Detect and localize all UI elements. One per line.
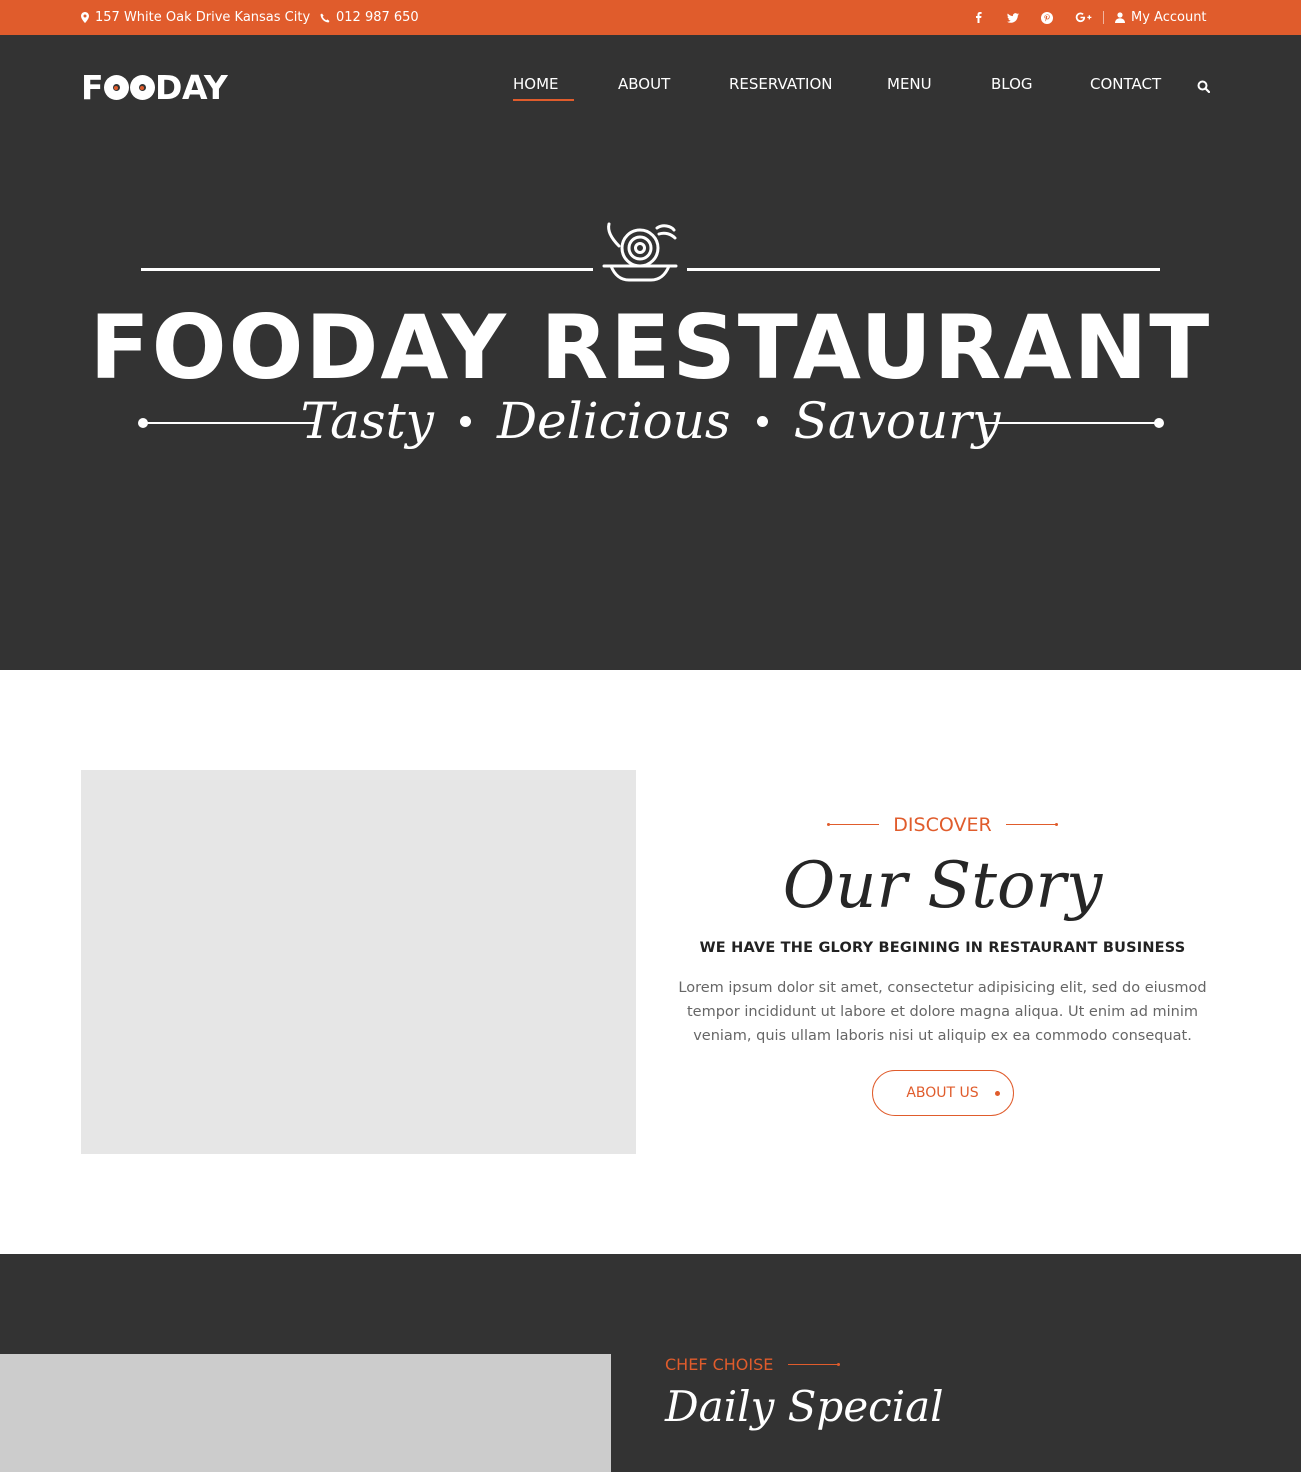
topbar-divider	[1103, 11, 1104, 24]
hero-title: FOODAY RESTAURANT	[89, 296, 1212, 399]
nav-menu[interactable]: MENU	[887, 75, 932, 93]
nav-reservation[interactable]: RESERVATION	[729, 75, 833, 93]
tagline-word: Delicious	[496, 392, 731, 450]
special-title: Daily Special	[665, 1382, 944, 1431]
tagline-rule-cap	[138, 418, 148, 428]
nav-about[interactable]: ABOUT	[618, 75, 670, 93]
tagline-rule-left	[142, 422, 318, 424]
discover-label: DISCOVER	[893, 813, 992, 836]
hero-rule-right	[687, 268, 1160, 271]
hero-tagline: Tasty Delicious Savoury	[0, 392, 1301, 450]
nav-contact[interactable]: CONTACT	[1090, 75, 1161, 93]
google-plus-icon[interactable]	[1075, 0, 1092, 35]
eyebrow-rule	[788, 1363, 841, 1366]
address-info: 157 White Oak Drive Kansas City	[81, 0, 310, 35]
story-content: DISCOVER Our Story WE HAVE THE GLORY BEG…	[660, 810, 1225, 1116]
tagline-rule-right	[984, 422, 1160, 424]
my-account-label: My Account	[1131, 10, 1207, 25]
chef-choise-label: CHEF CHOISE	[665, 1355, 774, 1374]
eyebrow-rule	[827, 823, 880, 826]
facebook-icon[interactable]	[975, 0, 982, 35]
top-bar: 157 White Oak Drive Kansas City 012 987 …	[0, 0, 1301, 35]
search-icon[interactable]	[1197, 78, 1211, 97]
tagline-word: Tasty	[300, 392, 434, 450]
address-text: 157 White Oak Drive Kansas City	[95, 10, 311, 25]
user-icon	[1115, 12, 1125, 23]
tagline-rule-cap	[1154, 418, 1164, 428]
about-us-label: ABOUT US	[906, 1084, 979, 1101]
story-title: Our Story	[782, 848, 1103, 923]
dish-icon	[601, 222, 679, 288]
eyebrow-rule	[1005, 823, 1058, 826]
story-body: Lorem ipsum dolor sit amet, consectetur …	[678, 979, 1207, 1044]
button-dot	[994, 1090, 1000, 1096]
nav-blog[interactable]: BLOG	[991, 75, 1033, 93]
logo-wordmark: F DAY	[81, 68, 228, 107]
my-account-link[interactable]: My Account	[1115, 0, 1207, 35]
pinterest-icon[interactable]	[1041, 0, 1053, 35]
tagline-separator	[459, 415, 471, 427]
story-subtitle: WE HAVE THE GLORY BEGINING IN RESTAURANT…	[699, 939, 1186, 956]
phone-text: 012 987 650	[336, 10, 419, 25]
twitter-icon[interactable]	[1007, 0, 1019, 35]
story-image	[81, 770, 636, 1154]
about-us-button[interactable]: ABOUT US	[871, 1069, 1014, 1116]
nav-active-indicator	[513, 99, 574, 101]
tagline-word: Savoury	[793, 392, 1001, 450]
hero-rule-left	[141, 268, 593, 271]
map-marker-icon	[81, 12, 89, 23]
special-image	[0, 1354, 611, 1472]
phone-info: 012 987 650	[320, 0, 419, 35]
phone-icon	[320, 13, 330, 23]
story-eyebrow: DISCOVER	[827, 813, 1058, 836]
nav-home[interactable]: HOME	[513, 75, 559, 93]
tagline-separator	[756, 415, 768, 427]
chef-eyebrow: CHEF CHOISE	[665, 1355, 841, 1374]
site-logo[interactable]: F DAY	[81, 68, 228, 107]
